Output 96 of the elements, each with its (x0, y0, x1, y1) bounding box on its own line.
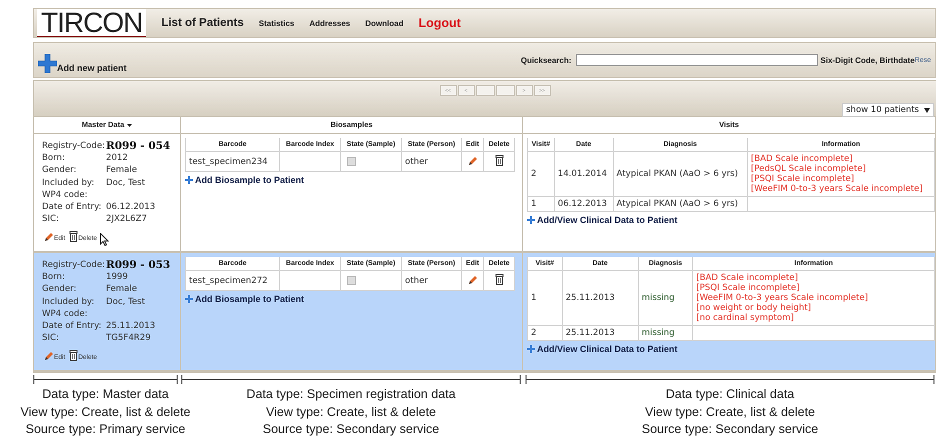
field-label: Born: (42, 152, 66, 164)
plus-icon (527, 216, 535, 224)
pencil-icon (468, 156, 478, 166)
trash-icon (494, 274, 504, 285)
quicksearch-field[interactable] (576, 54, 818, 66)
add-patient-button[interactable]: Add new patient (38, 54, 126, 72)
quicksearch-label: Quicksearch: (520, 56, 572, 64)
annotation-text: Data type: Specimen registration data (246, 386, 456, 403)
field-label: Registry-Code: (42, 140, 106, 152)
annotation-text: View type: Create, list & delete (645, 404, 815, 421)
annotation-text: Source type: Secondary service (262, 421, 440, 438)
table-cell: test_specimen234 (186, 152, 280, 172)
nav-link[interactable]: Addresses (309, 18, 350, 28)
table-cell: 25.11.2013 (562, 326, 638, 340)
caret-icon (924, 108, 930, 112)
nav-link[interactable]: Logout (418, 16, 461, 30)
info-text: [WeeFIM 0-to-3 years Scale incomplete] (750, 184, 924, 194)
table-cell: other (402, 152, 462, 172)
field-value: 2JX2L6Z7 (106, 213, 148, 226)
field-label: WP4 code: (42, 308, 88, 320)
add-biosample-link[interactable]: Add Biosample to Patient (185, 175, 304, 185)
quicksearch-hint: Six-Digit Code, Birthdate (820, 56, 915, 64)
delete-button[interactable] (494, 154, 504, 169)
plus-icon (185, 176, 193, 184)
trash-icon (69, 350, 78, 362)
add-biosample-link[interactable]: Add Biosample to Patient (185, 294, 304, 304)
field-value: 25.11.2013 (106, 320, 156, 332)
table-cell: 1 (528, 270, 562, 326)
field-label: Gender: (42, 283, 78, 296)
sort-icon[interactable] (127, 124, 132, 126)
field-value: TG5F4R29 (106, 332, 152, 344)
field-label: SIC: (42, 332, 60, 344)
annotation-text: Data type: Clinical data (666, 386, 794, 403)
field-label: Registry-Code: (42, 259, 106, 272)
add-clinical-data-link[interactable]: Add/View Clinical Data to Patient (527, 215, 678, 225)
delete-button[interactable] (494, 273, 504, 288)
registry-code: R099 - 053 (106, 259, 172, 272)
annotation-text: View type: Create, list & delete (266, 404, 436, 421)
annotation-text: View type: Create, list & delete (20, 404, 190, 421)
field-value: 2012 (106, 152, 129, 164)
patient-row[interactable] (34, 253, 936, 372)
table-cell: 25.11.2013 (562, 270, 638, 326)
field-value: Female (106, 164, 138, 177)
checkbox[interactable] (346, 156, 356, 166)
annotation-text: Source type: Secondary service (642, 421, 818, 438)
field-value: Female (106, 283, 138, 296)
table-cell: 14.01.2014 (554, 152, 614, 196)
table-cell: 1 (528, 196, 554, 212)
plus-icon (185, 295, 193, 303)
nav-link[interactable]: Statistics (258, 18, 294, 28)
trash-icon (69, 231, 78, 242)
info-text: [no cardinal symptom] (696, 313, 795, 323)
table-cell: other (402, 270, 462, 290)
field-label: SIC: (42, 213, 60, 226)
field-value: Doc, Test (106, 176, 146, 189)
pencil-icon (468, 275, 478, 285)
info-text: [WeeFIM 0-to-3 years Scale incomplete] (696, 293, 870, 303)
field-value: 06.12.2013 (106, 201, 156, 214)
nav-link[interactable]: Download (365, 18, 404, 28)
info-text: [PSQI Scale incomplete] (696, 283, 800, 293)
table-cell: missing (638, 270, 693, 326)
field-label: Included by: (42, 296, 96, 308)
info-text: [BAD Scale incomplete] (750, 154, 854, 164)
table-cell: missing (638, 326, 693, 340)
trash-icon (494, 155, 504, 166)
page-size-select[interactable]: show 10 patients (842, 103, 934, 117)
field-label: WP4 code: (42, 188, 88, 202)
info-text: [PedsQL Scale incomplete] (750, 164, 867, 174)
annotation-text: Source type: Primary service (26, 421, 186, 438)
table-cell: 2 (528, 326, 562, 340)
table-cell: 2 (528, 152, 554, 196)
info-text: [no weight or body height] (696, 303, 812, 313)
field-value: Doc, Test (106, 296, 146, 308)
field-label: Born: (42, 271, 66, 284)
field-label: Included by: (42, 176, 96, 189)
field-label: Date of Entry: (42, 320, 102, 332)
pencil-icon (44, 232, 54, 242)
table-cell: Atypical PKAN (AaO > 6 yrs) (613, 196, 748, 212)
annotation-text: Data type: Master data (42, 386, 169, 403)
checkbox[interactable] (346, 276, 356, 285)
patient-row[interactable] (34, 134, 936, 253)
field-value: 1999 (106, 271, 129, 284)
add-clinical-data-link[interactable]: Add/View Clinical Data to Patient (527, 344, 678, 354)
field-label: Date of Entry: (42, 201, 102, 214)
table-cell: 06.12.2013 (554, 196, 614, 212)
nav-link[interactable]: List of Patients (161, 17, 244, 29)
logo: TIRCON (37, 9, 146, 37)
info-text: [PSQI Scale incomplete] (750, 174, 856, 184)
field-label: Gender: (42, 164, 78, 177)
pencil-icon (44, 351, 54, 362)
table-cell: test_specimen272 (186, 270, 280, 290)
registry-code: R099 - 054 (106, 140, 172, 152)
info-text: [BAD Scale incomplete] (696, 273, 799, 283)
plus-icon (527, 345, 535, 353)
table-cell: Atypical PKAN (AaO > 6 yrs) (613, 152, 748, 196)
plus-icon (38, 54, 57, 72)
